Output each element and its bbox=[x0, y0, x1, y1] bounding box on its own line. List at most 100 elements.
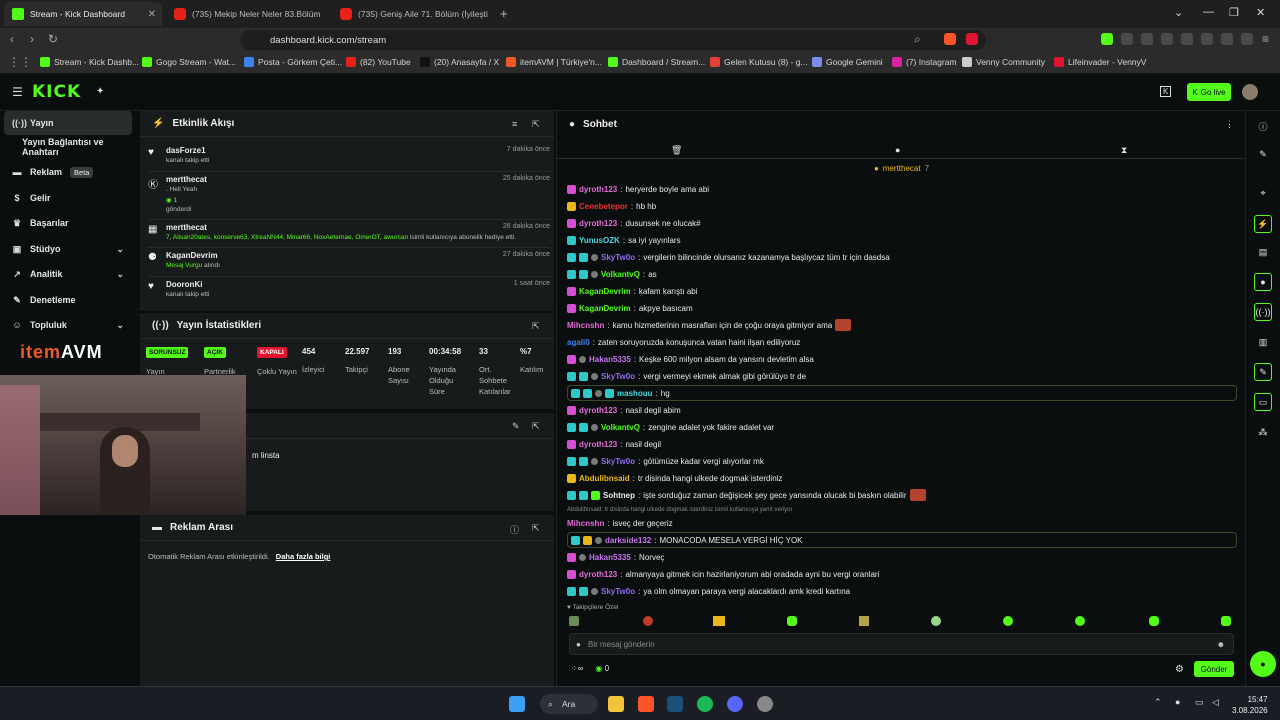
share-icon[interactable] bbox=[1161, 33, 1173, 45]
chat-message[interactable]: agali0: zaten soruyoruzda konuşunca vatan… bbox=[567, 334, 1237, 350]
chat-message[interactable]: dyroth123: heryerde boyle ama abi bbox=[567, 181, 1237, 197]
chat-username[interactable]: VolkantvQ bbox=[601, 270, 640, 279]
chat-message[interactable]: Mihcnshn: isveç der geçeriz bbox=[567, 515, 1237, 531]
chat-message[interactable]: darkside132: MONACODA MESELA VERGİ HİÇ YO… bbox=[567, 532, 1237, 548]
bookmark-item[interactable]: Gelen Kutusu (8) - g... bbox=[710, 57, 808, 67]
bookmark-item[interactable]: Gogo Stream - Wat... bbox=[142, 57, 236, 67]
chat-message[interactable]: dyroth123: nasil degil bbox=[567, 436, 1237, 452]
sidebar-item-topluluk[interactable]: ☺ Topluluk ⌄ bbox=[4, 313, 132, 337]
chat-username[interactable]: dyroth123 bbox=[579, 570, 617, 579]
sidebar-item-yayin[interactable]: ((·)) Yayın bbox=[4, 111, 132, 135]
chat-message[interactable]: mashouu: hg bbox=[567, 385, 1237, 401]
spotify-icon[interactable] bbox=[697, 696, 713, 712]
avatar[interactable] bbox=[1242, 84, 1258, 100]
info-icon[interactable]: ⓘ bbox=[510, 523, 519, 536]
chat-username[interactable]: YunusOZK bbox=[579, 236, 620, 245]
close-window-button[interactable]: ✕ bbox=[1256, 6, 1265, 19]
send-button[interactable]: Gönder bbox=[1194, 661, 1234, 677]
pin-icon[interactable]: ✦ bbox=[96, 86, 104, 97]
kick-logo[interactable]: KICK bbox=[32, 82, 81, 102]
chat-message[interactable]: VolkantvQ: as bbox=[567, 266, 1237, 282]
chat-message[interactable]: Sohtnep: işte sorduğuz zaman değişicek şe… bbox=[567, 487, 1237, 503]
reload-button[interactable]: ↻ bbox=[48, 32, 58, 46]
emote[interactable] bbox=[859, 616, 869, 626]
chat-username[interactable]: Mihcnshn bbox=[567, 321, 604, 330]
emote[interactable] bbox=[1075, 616, 1085, 626]
chat-username[interactable]: Sohtnep bbox=[603, 491, 635, 500]
browser-tab-youtube-1[interactable]: (735) Mekip Neler Neler 83.Bölüm İz bbox=[166, 2, 330, 26]
chat-message-input[interactable]: ● Bir mesaj gönderin ☻ bbox=[569, 633, 1234, 655]
sidebar-item-stream-key[interactable]: Yayın Bağlantısı ve Anahtarı bbox=[4, 135, 132, 159]
browser-tab-youtube-2[interactable]: (735) Geniş Aile 71. Bölüm (İyileştirile bbox=[332, 2, 496, 26]
sidebar-item-basarilar[interactable]: ♛ Başarılar bbox=[4, 211, 132, 235]
chat-username[interactable]: dyroth123 bbox=[579, 406, 617, 415]
emote[interactable] bbox=[931, 616, 941, 626]
chat-username[interactable]: KaganDevrim bbox=[579, 287, 631, 296]
chat-username[interactable]: Mihcnshn bbox=[567, 519, 604, 528]
sidebar-item-studyo[interactable]: ▣ Stüdyo ⌄ bbox=[4, 237, 132, 261]
chat-message[interactable]: dyroth123: nasil degil abim bbox=[567, 402, 1237, 418]
trash-icon[interactable]: 🗑 bbox=[671, 145, 682, 156]
sidebar-item-denetleme[interactable]: ✎ Denetleme bbox=[4, 288, 132, 312]
chat-message[interactable]: SkyTw0o: götümüze kadar vergi alıyorlar m… bbox=[567, 453, 1237, 469]
popout-icon[interactable]: ⇱ bbox=[532, 421, 540, 432]
discord-icon[interactable] bbox=[727, 696, 743, 712]
lightning-icon[interactable]: ⚡ bbox=[1254, 215, 1272, 233]
chat-message[interactable]: dyroth123: dusunsek ne olucak# bbox=[567, 215, 1237, 231]
learn-more-link[interactable]: Daha fazla bilgi bbox=[276, 552, 331, 561]
brave-icon[interactable] bbox=[638, 696, 654, 712]
chat-message[interactable]: KaganDevrim: kafam karıştı abi bbox=[567, 283, 1237, 299]
sidebar-icon[interactable] bbox=[1181, 33, 1193, 45]
extensions-icon[interactable] bbox=[1141, 33, 1153, 45]
emote[interactable] bbox=[1221, 616, 1231, 626]
taskbar-clock[interactable]: 15:47 3.08.2026 bbox=[1232, 694, 1268, 716]
tray-chevron-icon[interactable]: ⌃ bbox=[1154, 697, 1162, 708]
channel-points[interactable]: ◉ 0 bbox=[595, 664, 609, 673]
sidebar-item-gelir[interactable]: $ Gelir bbox=[4, 186, 132, 210]
network-icon[interactable]: ▭ bbox=[1195, 697, 1204, 708]
bookmark-item[interactable]: Lifeinvader - VennyV bbox=[1054, 57, 1146, 67]
chat-username[interactable]: SkyTw0o bbox=[601, 587, 635, 596]
chat-message[interactable]: Hakan5335: Norveç bbox=[567, 549, 1237, 565]
chat-message[interactable]: SkyTw0o: ya olm olmayan paraya vergi alac… bbox=[567, 583, 1237, 599]
edit-icon[interactable]: ✎ bbox=[1254, 145, 1272, 163]
chat-username[interactable]: KaganDevrim bbox=[579, 304, 631, 313]
browser-tab-kick[interactable]: Stream - Kick Dashboard ✕ bbox=[4, 2, 162, 26]
tab-search-icon[interactable]: ⌄ bbox=[1174, 6, 1183, 19]
popout-icon[interactable]: ⇱ bbox=[532, 321, 540, 332]
back-button[interactable]: ‹ bbox=[10, 32, 14, 46]
chat-username[interactable]: dyroth123 bbox=[579, 440, 617, 449]
apps-icon[interactable]: ⋮⋮ bbox=[8, 55, 32, 69]
volume-icon[interactable]: ◁ bbox=[1212, 697, 1219, 708]
start-icon[interactable] bbox=[509, 696, 525, 712]
bookmark-item[interactable]: Stream - Kick Dashb... bbox=[40, 57, 139, 67]
printer-icon[interactable]: ▥ bbox=[1254, 333, 1272, 351]
bookmark-item[interactable]: Venny Community bbox=[962, 57, 1045, 67]
edit-icon[interactable]: ✎ bbox=[512, 421, 520, 432]
wallet-icon[interactable] bbox=[1201, 33, 1213, 45]
go-live-button[interactable]: K Go live bbox=[1187, 83, 1231, 101]
chat-username[interactable]: Hakan5335 bbox=[589, 553, 631, 562]
sidebar-item-analitik[interactable]: ↗ Analitik ⌄ bbox=[4, 262, 132, 286]
bookmark-item[interactable]: Posta - Görkem Çeti... bbox=[244, 57, 342, 67]
app-icon[interactable] bbox=[757, 696, 773, 712]
emoji-picker-icon[interactable]: ● bbox=[576, 640, 581, 649]
chat-message[interactable]: SkyTw0o: vergilerin bilincinde olursanız … bbox=[567, 249, 1237, 265]
bookmark-item[interactable]: Google Gemini bbox=[812, 57, 883, 67]
steam-icon[interactable] bbox=[667, 696, 683, 712]
hourglass-icon[interactable]: ⧗ bbox=[1121, 145, 1127, 156]
chat-username[interactable]: VolkantvQ bbox=[601, 423, 640, 432]
bookmark-item[interactable]: (82) YouTube bbox=[346, 57, 411, 67]
popout-icon[interactable]: ⇱ bbox=[532, 119, 540, 130]
chat-bubble-icon[interactable]: ● bbox=[1254, 273, 1272, 291]
chatroom-users-icon[interactable]: ⁘∞ bbox=[571, 664, 583, 673]
bookmark-item[interactable]: itemAVM | Türkiye'n... bbox=[506, 57, 602, 67]
target-icon[interactable]: ⌖ bbox=[1254, 184, 1272, 202]
chat-tab-icon[interactable]: ● bbox=[895, 145, 900, 155]
wrench-icon[interactable]: ✎ bbox=[1254, 363, 1272, 381]
chat-message[interactable]: Mihcnshn: kamu hizmetlerinin masrafları i… bbox=[567, 317, 1237, 333]
panel-icon[interactable]: ▭ bbox=[1254, 393, 1272, 411]
emote[interactable] bbox=[787, 616, 797, 626]
menu-icon[interactable]: ≡ bbox=[1262, 32, 1269, 46]
emote[interactable] bbox=[713, 616, 725, 626]
